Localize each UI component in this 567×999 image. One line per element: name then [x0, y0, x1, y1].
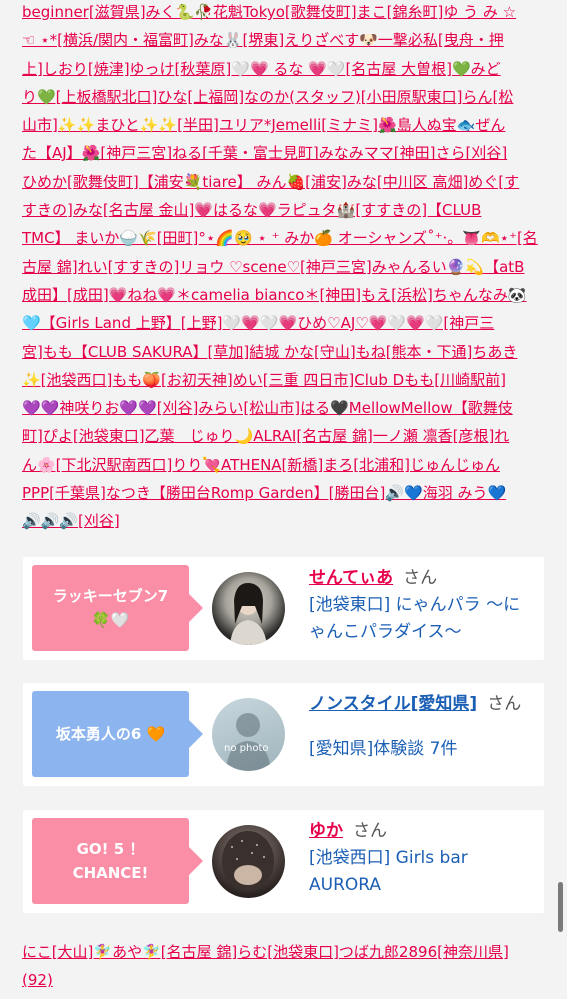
user-name-link[interactable]: せんてぃあ	[309, 568, 393, 588]
rank-badge: GO! 5 ！ CHANCE!	[32, 818, 203, 904]
name-list-line[interactable]: ☜ ⋆*[横浜/関内・福富町]みな🐰[堺東]えりざべす🐶一撃必私[曳舟・押	[22, 26, 547, 54]
card-info: ノンスタイル[愛知県] さん [愛知県]体験談 7件	[309, 691, 534, 763]
name-list-line[interactable]: 🩵【Girls Land 上野】[上野]🤍💗🤍💗ひめ♡AJ♡💗🤍💗🤍[神戸三	[22, 309, 547, 337]
honorific: さん	[353, 821, 387, 841]
honorific: さん	[487, 694, 522, 714]
name-list-line[interactable]: 上]しおり[焼津]ゆっけ[秋葉原]🤍💗 るな 💗🤍[名古屋 大曽根]💚みど	[22, 55, 547, 83]
shop-link[interactable]: [池袋東口] にゃんパラ 〜にゃんこパラダイス〜	[309, 595, 520, 642]
ranking-name-list: beginner[滋賀県]みく🐍🥀花魁Tokyo[歌舞伎町]まこ[錦糸町]ゆ う…	[22, 0, 547, 536]
user-name-link[interactable]: ゆか	[309, 821, 343, 841]
name-list-line[interactable]: 山市]✨✨まひと✨✨[半田]ユリア*Jemelli[ミナミ]🌺島人ぬ宝🐟ぜん	[22, 111, 547, 139]
name-list-line[interactable]: り💚[上板橋駅北口]ひな[上福岡]なのか(スタッフ)[小田原駅東口]らん[松	[22, 83, 547, 111]
name-list-line[interactable]: 宮]もも【CLUB SAKURA】[草加]結城 かな[守山]もね[熊本・下通]ち…	[22, 338, 547, 366]
name-list-line[interactable]: ✨[池袋西口]もも🍑[お初天神]めい[三重 四日市]Club Dもも[川崎駅前]	[22, 366, 547, 394]
name-list-line[interactable]: 成田】[成田]💗ねね💗＊camelia bianco＊[神田]もえ[浜松]ちゃん…	[22, 281, 547, 309]
rank-badge-label: 坂本勇人の6 🧡	[55, 725, 166, 743]
name-list-line[interactable]: た【AJ】🌺[神戸三宮]ねる[千葉・富士見町]みなみママ[神田]さら[刈谷]	[22, 139, 547, 167]
avatar[interactable]	[212, 572, 285, 645]
shop-link[interactable]: [池袋西口] Girls bar AURORA	[309, 848, 468, 895]
name-list-line[interactable]: すきの]みな[名古屋 金山]💗はるな💗ラピュタ🏰[すすきの]【CLUB	[22, 196, 547, 224]
name-list-line[interactable]: ひめか[歌舞伎町]【浦安💐tiare】 みん🍓[浦安]みな[中川区 高畑]めぐ[…	[22, 168, 547, 196]
ranking-card-5[interactable]: GO! 5 ！ CHANCE! ゆか さん [池袋西口] Girls bar AU…	[23, 810, 544, 913]
no-photo-label: no photo	[224, 743, 269, 754]
card-info: せんてぃあ さん [池袋東口] にゃんパラ 〜にゃんこパラダイス〜	[309, 565, 534, 646]
user-name-link[interactable]: ノンスタイル[愛知県]	[309, 694, 477, 714]
name-list-line[interactable]: TMC】 まいか🍚🌾[田町]°⋆🌈🥹 ⋆ ⁺ みか🍊 オーシャンズ˚⁺‧。👅🫶⋆…	[22, 224, 547, 252]
avatar[interactable]	[212, 825, 285, 898]
no-photo-icon	[226, 713, 271, 771]
name-list-line[interactable]: 古屋 錦]れい[すすきの]リョウ ♡scene♡[神戸三宮]みゃんるい🔮💫【at…	[22, 253, 547, 281]
avatar[interactable]: no photo	[212, 698, 285, 771]
shop-link[interactable]: [愛知県]体験談 7件	[309, 736, 457, 763]
name-list-line[interactable]: beginner[滋賀県]みく🐍🥀花魁Tokyo[歌舞伎町]まこ[錦糸町]ゆ う…	[22, 0, 547, 26]
name-list-line[interactable]: 💜💜神咲りお💜💜[刈谷]みらい[松山市]はる🖤MellowMellow【歌舞伎	[22, 394, 547, 422]
ranking-card-7[interactable]: ラッキーセブン7 🍀🤍 せんてぃあ さん [池袋東口] にゃんパラ 〜にゃんこパラ…	[23, 557, 544, 660]
ranking-name-list-bottom: にこ[大山]🧚‍♀️あや🧚‍♀️[名古屋 錦]らむ[池袋東口]つば九郎2896[…	[22, 938, 547, 995]
rank-badge-label: ラッキーセブン7 🍀🤍	[52, 587, 169, 629]
honorific: さん	[403, 568, 438, 588]
avatar-image	[230, 582, 267, 645]
scrollbar-thumb[interactable]	[558, 882, 563, 932]
avatar-image	[222, 831, 274, 891]
name-list-line[interactable]: にこ[大山]🧚‍♀️あや🧚‍♀️[名古屋 錦]らむ[池袋東口]つば九郎2896[…	[22, 938, 547, 966]
rank-badge: ラッキーセブン7 🍀🤍	[32, 565, 203, 651]
name-list-line[interactable]: (92)	[22, 966, 547, 994]
name-list-line[interactable]: 🔊🔊🔊[刈谷]	[22, 507, 547, 535]
rank-badge: 坂本勇人の6 🧡	[32, 691, 203, 777]
card-info: ゆか さん [池袋西口] Girls bar AURORA	[309, 818, 534, 899]
name-list-line[interactable]: 町]ぴよ[池袋東口]乙葉 じゅり🌙ALRAI[名古屋 錦]一ノ瀬 凛香[彦根]れ	[22, 422, 547, 450]
ranking-card-6[interactable]: 坂本勇人の6 🧡 no photo ノンスタイル[愛知県] さん [愛知県]体験談…	[23, 683, 544, 786]
name-list-line[interactable]: ん🌸[下北沢駅南西口]りり💘ATHENA[新橋]まろ[北浦和]じゅんじゅん	[22, 451, 547, 479]
rank-badge-label: GO! 5 ！ CHANCE!	[72, 840, 149, 882]
name-list-line[interactable]: PPP[千葉県]なつき【勝田台Romp Garden】[勝田台]🔊💙海羽 みう💙	[22, 479, 547, 507]
